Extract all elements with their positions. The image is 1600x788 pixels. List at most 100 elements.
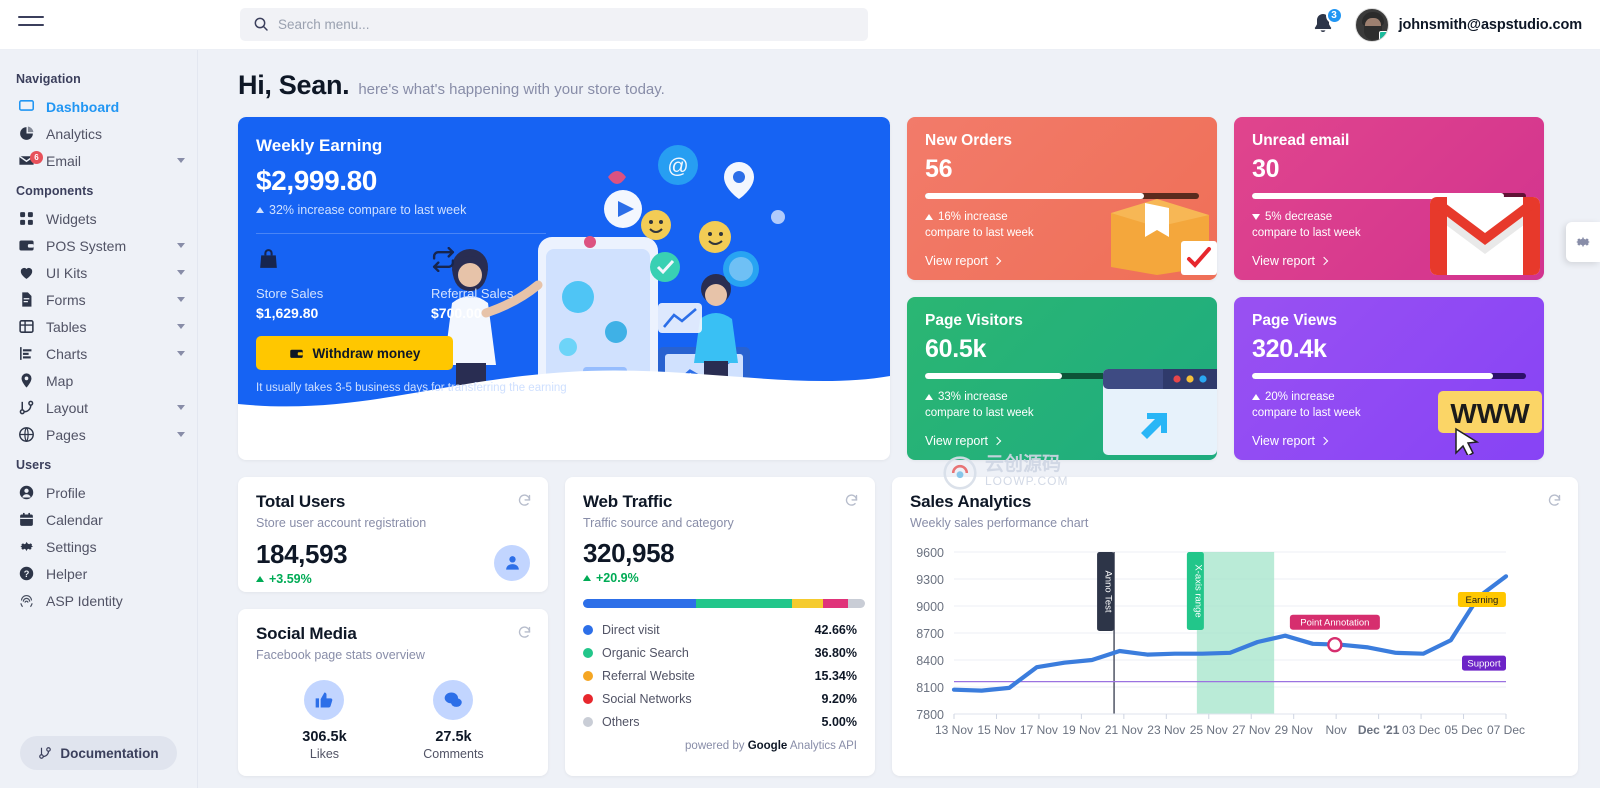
grid-icon <box>20 212 33 225</box>
legend-color-dot <box>583 716 593 727</box>
stat-card-value: 56 <box>925 155 953 183</box>
sidebar-item-profile[interactable]: Profile <box>0 479 197 506</box>
sidebar-item-label: Analytics <box>46 125 103 142</box>
sidebar-item-map[interactable]: Map <box>0 367 197 394</box>
social-stat-value: 27.5k <box>435 729 472 745</box>
legend-color-dot <box>583 647 593 658</box>
stat-card-change: 33% increase compare to last week <box>925 391 1034 419</box>
sidebar-item-label: UI Kits <box>46 264 88 281</box>
sidebar-item-calendar[interactable]: Calendar <box>0 506 197 533</box>
legend-value: 9.20% <box>821 691 857 706</box>
y-axis-tick-label: 9300 <box>916 573 944 587</box>
stat-card-progress <box>1252 193 1526 199</box>
legend-label: Social Networks <box>602 691 692 706</box>
sidebar-item-forms[interactable]: Forms <box>0 286 197 313</box>
stat-card-value: 30 <box>1252 155 1280 183</box>
legend-value: 5.00% <box>821 714 857 729</box>
search-input[interactable] <box>240 8 868 41</box>
stat-cards-col-1: New Orders 56 16% increase compare to last … <box>907 117 1217 460</box>
sidebar-item-helper[interactable]: ? Helper <box>0 560 197 587</box>
refresh-icon[interactable] <box>844 493 859 508</box>
traffic-distribution-bar <box>583 599 865 608</box>
hamburger-icon[interactable] <box>18 15 44 34</box>
referral-sales-label: Referral Sales <box>431 286 514 301</box>
chevron-down-icon[interactable] <box>177 432 185 437</box>
stat-card-new-orders: New Orders 56 16% increase compare to last … <box>907 117 1217 280</box>
sidebar-item-dashboard[interactable]: Dashboard <box>0 93 197 120</box>
traffic-bar-segment <box>583 599 696 608</box>
x-axis-tick-label: 21 Nov <box>1105 723 1143 737</box>
sidebar-item-widgets[interactable]: Widgets <box>0 205 197 232</box>
total-users-card: Total Users Store user account registrat… <box>238 477 548 592</box>
social-stat-label: Likes <box>309 747 340 761</box>
withdraw-money-button[interactable]: Withdraw money <box>256 336 453 370</box>
sidebar-item-email[interactable]: 6 Email <box>0 147 197 174</box>
referral-sales-value: $700.00 <box>431 305 482 321</box>
chevron-down-icon[interactable] <box>177 324 185 329</box>
sidebar-item-pages[interactable]: Pages <box>0 421 197 448</box>
sales-analytics-card: Sales Analytics Weekly sales performance… <box>892 477 1578 776</box>
powered-by-label: powered by Google Analytics API <box>685 740 857 752</box>
refresh-icon[interactable] <box>517 493 532 508</box>
sidebar-item-label: Settings <box>46 538 97 555</box>
search-box <box>240 8 868 41</box>
sidebar-item-ui-kits[interactable]: UI Kits <box>0 259 197 286</box>
referral-sales-stat: Referral Sales $700.00 <box>431 246 606 321</box>
chevron-down-icon[interactable] <box>177 405 185 410</box>
stat-card-title: Unread email <box>1252 132 1350 149</box>
sidebar-item-tables[interactable]: Tables <box>0 313 197 340</box>
view-report-link[interactable]: View report <box>925 434 1199 448</box>
notifications-button[interactable]: 3 <box>1311 6 1343 38</box>
view-report-link[interactable]: View report <box>925 254 1199 268</box>
sidebar-item-label: POS System <box>46 237 127 254</box>
sidebar-item-layout[interactable]: Layout <box>0 394 197 421</box>
file-icon <box>22 292 32 307</box>
view-report-link[interactable]: View report <box>1252 434 1526 448</box>
notification-badge: 3 <box>1325 6 1343 24</box>
greeting-subtitle: here's what's happening with your store … <box>358 81 665 98</box>
documentation-button[interactable]: Documentation <box>20 736 177 770</box>
view-report-link[interactable]: View report <box>1252 254 1526 268</box>
web-traffic-title: Web Traffic <box>583 492 673 511</box>
sidebar-item-asp-identity[interactable]: ASP Identity <box>0 587 197 614</box>
chevron-down-icon[interactable] <box>177 158 185 163</box>
x-axis-tick-label: 27 Nov <box>1232 723 1270 737</box>
refresh-icon[interactable] <box>1547 493 1562 508</box>
withdraw-label: Withdraw money <box>312 345 421 361</box>
social-stat-comments: 27.5k Comments <box>423 680 484 761</box>
y-axis-tick-label: 9600 <box>916 546 944 560</box>
bottom-cards-row: Total Users Store user account registrat… <box>238 477 1578 776</box>
user-menu[interactable]: johnsmith@aspstudio.com <box>1354 7 1583 42</box>
sidebar-item-label: Widgets <box>46 210 97 227</box>
bar-chart-icon-wrap <box>18 345 35 362</box>
greeting-name: Hi, Sean. <box>238 70 350 100</box>
store-sales-value: $1,629.80 <box>256 305 319 321</box>
weekly-earning-card: @ Weekly Earning $2,999.80 32% increase … <box>238 117 890 460</box>
user-email-label: johnsmith@aspstudio.com <box>1398 16 1583 33</box>
monitor-icon-wrap <box>18 98 35 115</box>
traffic-bar-segment <box>791 599 823 608</box>
social-media-card: Social Media Facebook page stats overvie… <box>238 609 548 776</box>
sidebar-item-label: Dashboard <box>46 98 120 115</box>
sidebar-item-label: Charts <box>46 345 88 362</box>
sidebar-item-analytics[interactable]: Analytics <box>0 120 197 147</box>
sales-analytics-chart[interactable]: 9600 9300 9000 8700 8400 8100 7800 X-axis range… <box>892 536 1532 771</box>
sales-analytics-title: Sales Analytics <box>910 492 1032 511</box>
point-annotation-marker[interactable] <box>1327 636 1343 653</box>
stat-card-title: Page Views <box>1252 312 1338 329</box>
chevron-down-icon[interactable] <box>177 270 185 275</box>
refresh-icon[interactable] <box>517 625 532 640</box>
stat-card-value: 320.4k <box>1252 335 1327 363</box>
chevron-down-icon[interactable] <box>177 297 185 302</box>
heart-icon-wrap <box>18 264 35 281</box>
sidebar-item-pos-system[interactable]: POS System <box>0 232 197 259</box>
x-axis-tick-label: Nov <box>1325 723 1346 737</box>
map-pin-icon-wrap <box>18 372 35 389</box>
chevron-down-icon[interactable] <box>177 243 185 248</box>
sidebar-item-settings[interactable]: Settings <box>0 533 197 560</box>
sidebar-item-charts[interactable]: Charts <box>0 340 197 367</box>
settings-fab-button[interactable] <box>1566 222 1600 262</box>
stat-card-change: 5% decrease compare to last week <box>1252 211 1361 239</box>
chevron-down-icon[interactable] <box>177 351 185 356</box>
help-circle-icon: ? <box>19 566 34 581</box>
